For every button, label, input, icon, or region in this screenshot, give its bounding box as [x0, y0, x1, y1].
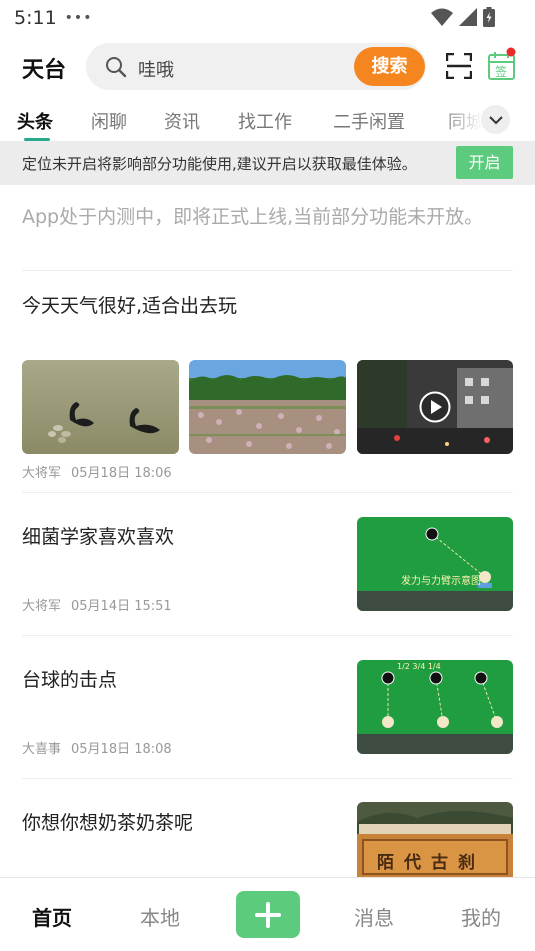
search-query: 哇哦: [138, 60, 174, 81]
status-bar: 5:11 •••: [0, 0, 535, 36]
post-title: 你想你想奶茶奶茶呢: [22, 812, 194, 834]
checkin-label: 签: [495, 65, 508, 79]
beta-notice: App处于内测中，即将正式上线,当前部分功能未开放。: [22, 206, 484, 228]
plus-icon: [255, 901, 281, 928]
nav-local[interactable]: 本地: [140, 902, 180, 931]
post-thumbnail[interactable]: 发力与力臂示意图: [357, 517, 513, 611]
post-meta: 大将军 05月18日 18:06: [22, 462, 172, 481]
post-meta: 大喜事 05月18日 18:08: [22, 738, 172, 757]
post-date: 05月14日 15:51: [71, 599, 172, 614]
banner-text: 定位未开启将影响部分功能使用,建议开启以获取最佳体验。: [22, 155, 417, 173]
post-title: 今天天气很好,适合出去玩: [22, 295, 238, 317]
divider: [22, 492, 513, 493]
post-meta: 大将军 05月14日 15:51: [22, 595, 172, 614]
thumb-caption: 发力与力臂示意图: [401, 576, 481, 587]
post-thumbnail[interactable]: 陌代古刹: [357, 802, 513, 878]
post-image-field[interactable]: [189, 360, 346, 454]
post-author: 大将军: [22, 466, 62, 481]
tab-ershou[interactable]: 二手闲置: [333, 108, 405, 134]
status-time: 5:11: [14, 7, 57, 29]
tabs-expand-button[interactable]: [481, 105, 510, 134]
tab-xianliao[interactable]: 闲聊: [91, 108, 127, 134]
nav-home[interactable]: 首页: [32, 902, 72, 931]
add-post-button[interactable]: [236, 891, 300, 938]
chevron-down-icon: [488, 115, 503, 124]
search-button[interactable]: 搜索: [354, 47, 425, 86]
nav-me[interactable]: 我的: [461, 902, 501, 931]
app-title: 天台: [22, 58, 67, 83]
post-image-swans[interactable]: [22, 360, 179, 454]
search-icon: [106, 57, 127, 78]
post-thumbnail[interactable]: 1/2 3/4 1/4: [357, 660, 513, 754]
status-icons: [431, 7, 495, 27]
divider: [22, 635, 513, 636]
thumb-caption: 1/2 3/4 1/4: [397, 662, 441, 671]
battery-icon: [483, 7, 495, 27]
wifi-icon: [431, 8, 453, 26]
post-date: 05月18日 18:06: [71, 466, 172, 481]
post-author: 大喜事: [22, 742, 62, 757]
cell-signal-icon: [459, 8, 477, 26]
nav-messages[interactable]: 消息: [354, 902, 394, 931]
category-tabs: 头条 闲聊 资讯 找工作 二手闲置 同城: [0, 100, 535, 141]
play-icon[interactable]: [419, 391, 451, 423]
divider: [22, 270, 513, 271]
bottom-nav: 首页 本地 消息 我的: [0, 877, 535, 951]
location-banner: 定位未开启将影响部分功能使用,建议开启以获取最佳体验。 开启: [0, 141, 535, 185]
notification-dot: [506, 47, 516, 57]
post-title: 细菌学家喜欢喜欢: [22, 526, 175, 548]
post-author: 大将军: [22, 599, 62, 614]
tab-zixun[interactable]: 资讯: [164, 108, 200, 134]
divider: [22, 778, 513, 779]
tab-zhaogongzuo[interactable]: 找工作: [238, 108, 292, 134]
checkin-button[interactable]: 签: [487, 47, 517, 81]
tab-toutiao[interactable]: 头条: [17, 108, 53, 134]
post-title: 台球的击点: [22, 669, 118, 691]
scan-icon[interactable]: [446, 53, 472, 79]
post-date: 05月18日 18:08: [71, 742, 172, 757]
post-video-thumbnail[interactable]: [357, 360, 513, 454]
thumb-caption: 陌代古刹: [377, 853, 485, 873]
enable-location-button[interactable]: 开启: [456, 146, 513, 179]
status-dots: •••: [64, 10, 93, 26]
